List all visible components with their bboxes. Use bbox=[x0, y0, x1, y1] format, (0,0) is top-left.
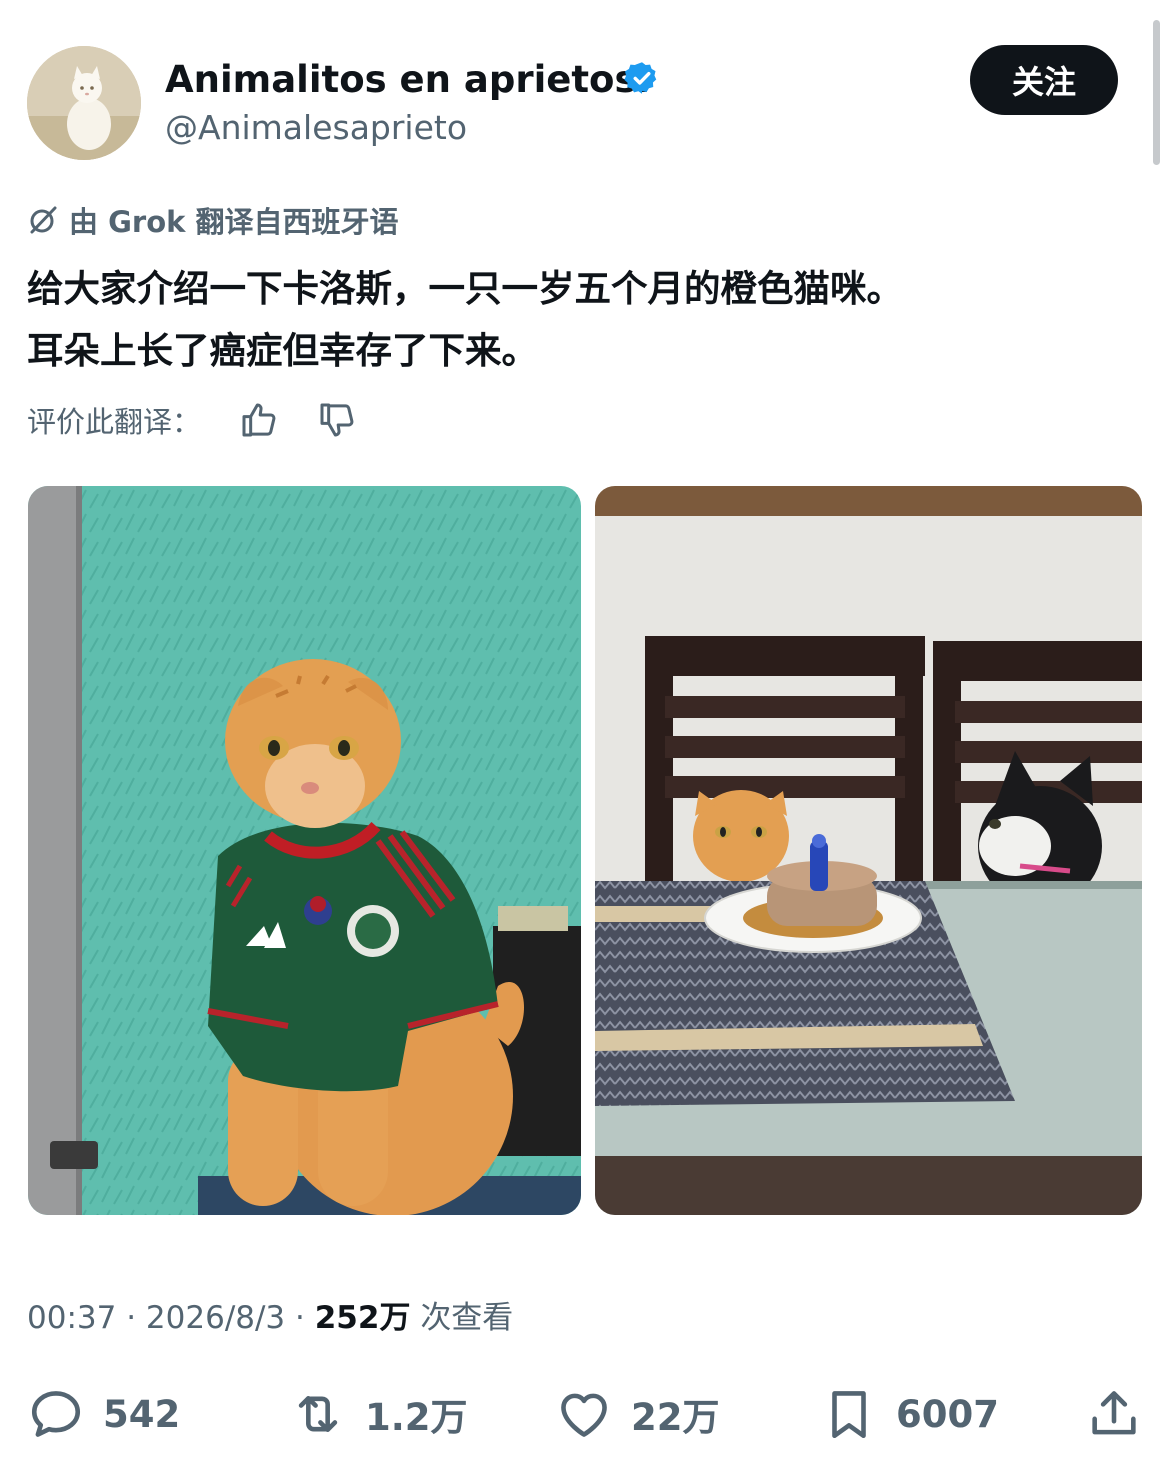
like-count: 22万 bbox=[631, 1396, 720, 1439]
retweet-count: 1.2万 bbox=[365, 1396, 468, 1439]
tweet-photo-2[interactable] bbox=[595, 486, 1142, 1215]
rate-translation-row: 评价此翻译： bbox=[27, 398, 357, 442]
tweet-text-line-1: 给大家介绍一下卡洛斯，一只一岁五个月的橙色猫咪。 bbox=[27, 267, 903, 310]
reply-button[interactable]: 542 bbox=[27, 1383, 180, 1445]
tweet-meta: 00:37 · 2026/8/3 · 252万 次查看 bbox=[27, 1292, 513, 1337]
reply-count: 542 bbox=[103, 1392, 181, 1436]
author-handle[interactable]: @Animalesaprieto bbox=[165, 108, 467, 147]
bookmark-count: 6007 bbox=[896, 1392, 999, 1436]
photo-cat-birthday-cake bbox=[595, 486, 1142, 1215]
reply-icon bbox=[31, 1391, 81, 1437]
retweet-icon bbox=[298, 1395, 338, 1433]
translation-notice-text: 由 Grok 翻译自西班牙语 bbox=[69, 205, 399, 239]
follow-button[interactable]: 关注 bbox=[970, 45, 1118, 115]
thumbs-down-icon[interactable] bbox=[317, 400, 357, 440]
tweet-date[interactable]: 2026/8/3 bbox=[146, 1300, 285, 1336]
tweet-text-line-2: 耳朵上长了癌症但幸存了下来。 bbox=[27, 329, 538, 372]
thumbs-up-icon[interactable] bbox=[239, 400, 279, 440]
share-button[interactable] bbox=[1085, 1383, 1143, 1445]
heart-icon bbox=[561, 1393, 607, 1437]
retweet-button[interactable]: 1.2万 bbox=[289, 1383, 468, 1445]
tweet-photo-1[interactable] bbox=[28, 486, 581, 1215]
translation-notice: 由 Grok 翻译自西班牙语 bbox=[27, 200, 399, 240]
meta-separator: · bbox=[295, 1300, 305, 1336]
meta-separator: · bbox=[126, 1300, 137, 1336]
photo-cat-in-mexico-jersey bbox=[28, 486, 581, 1215]
bookmark-icon bbox=[832, 1391, 866, 1439]
tweet-time[interactable]: 00:37 bbox=[27, 1300, 116, 1336]
avatar-cat-illustration bbox=[27, 46, 141, 160]
like-button[interactable]: 22万 bbox=[555, 1383, 720, 1445]
rate-translation-label: 评价此翻译： bbox=[27, 405, 202, 439]
scrollbar[interactable] bbox=[1153, 20, 1160, 165]
views-count: 252万 bbox=[314, 1300, 411, 1336]
bookmark-button[interactable]: 6007 bbox=[820, 1383, 999, 1445]
share-icon bbox=[1092, 1391, 1136, 1435]
views-label: 次查看 bbox=[420, 1300, 514, 1336]
tweet-text: 给大家介绍一下卡洛斯，一只一岁五个月的橙色猫咪。 耳朵上长了癌症但幸存了下来。 bbox=[27, 258, 1147, 382]
grok-icon bbox=[30, 206, 57, 234]
action-bar: 542 1.2万 22万 6007 bbox=[27, 1383, 1143, 1445]
avatar[interactable] bbox=[27, 46, 141, 160]
verified-badge-icon bbox=[624, 62, 657, 94]
author-display-name[interactable]: Animalitos en aprietos. bbox=[165, 58, 651, 101]
